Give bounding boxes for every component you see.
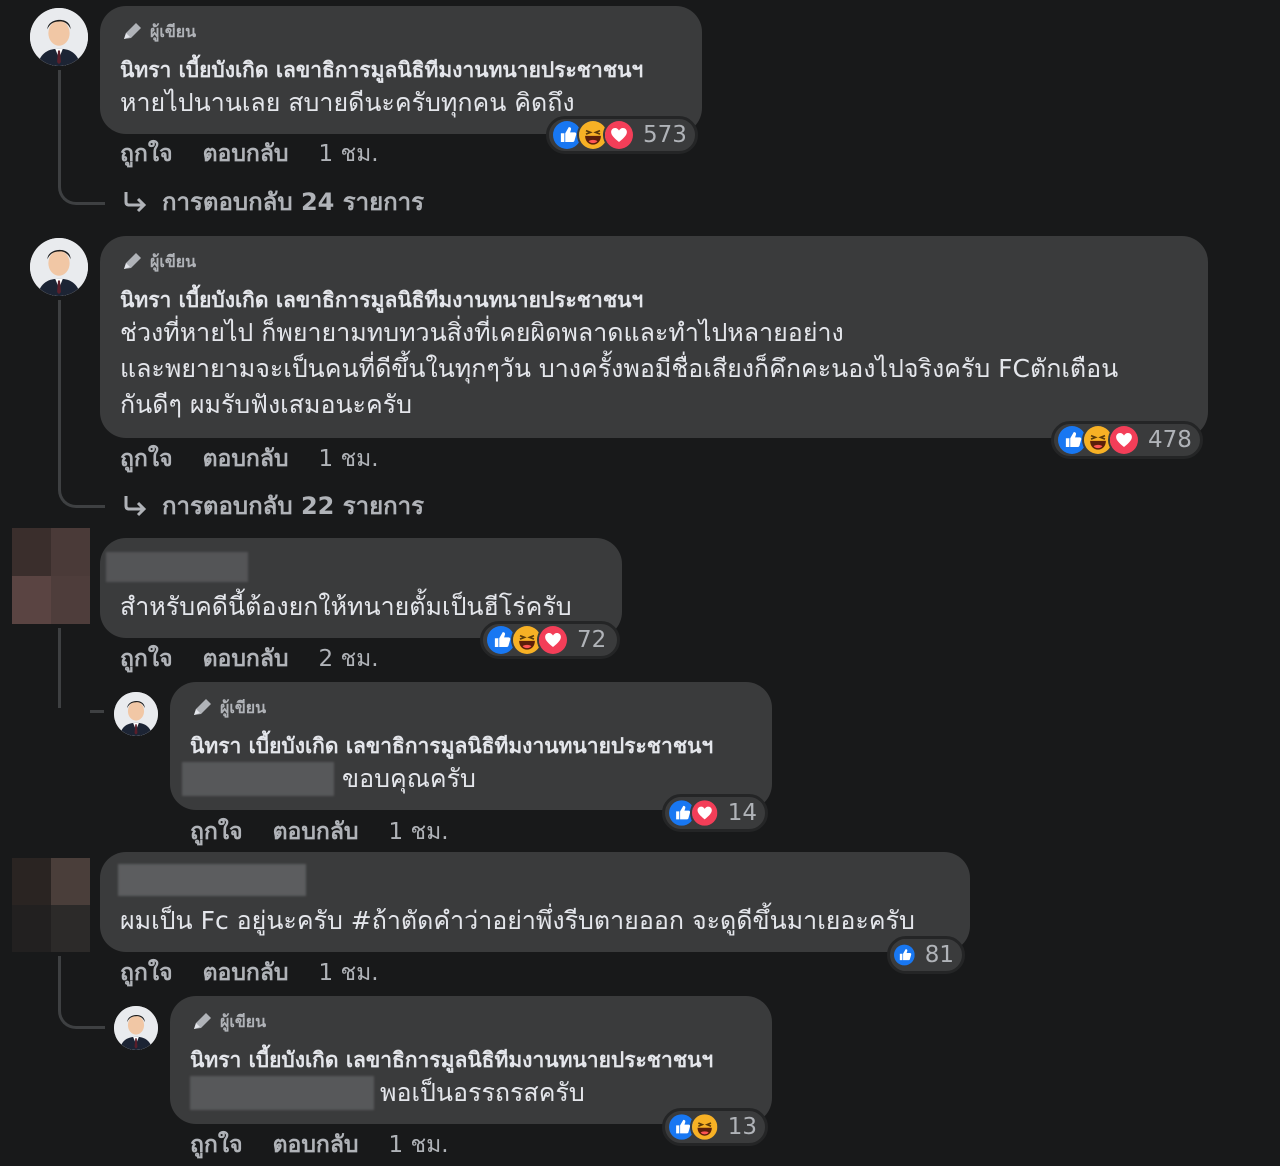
- comment-actions: ถูกใจ ตอบกลับ 2 ชม.: [120, 641, 379, 677]
- thread-line: [58, 70, 105, 205]
- reply-button[interactable]: ตอบกลับ: [273, 814, 359, 850]
- comment-text: พอเป็นอรรถรสครับ: [380, 1078, 585, 1107]
- reaction-count: 72: [577, 627, 607, 653]
- reaction-count: 573: [643, 122, 687, 148]
- reaction-count: 13: [727, 1114, 757, 1140]
- commenter-name[interactable]: นิทรา เบี้ยบังเกิด เลขาธิการมูลนิธิทีมงา…: [190, 730, 713, 763]
- comment-actions: ถูกใจ ตอบกลับ 1 ชม.: [120, 136, 379, 172]
- thread-line: [58, 300, 105, 508]
- author-badge: ผู้เขียน: [192, 1010, 266, 1035]
- timestamp[interactable]: 2 ชม.: [319, 641, 379, 677]
- comment-text: หายไปนานเลย สบายดีนะครับทุกคน คิดถึง: [120, 88, 575, 117]
- timestamp[interactable]: 1 ชม.: [319, 136, 379, 172]
- author-avatar[interactable]: [114, 692, 158, 736]
- comment-bubble: ผู้เขียน นิทรา เบี้ยบังเกิด เลขาธิการมูล…: [100, 6, 702, 134]
- author-badge: ผู้เขียน: [122, 250, 196, 275]
- blurred-avatar[interactable]: [12, 858, 90, 952]
- comment-actions: ถูกใจ ตอบกลับ 1 ชม.: [190, 1127, 449, 1163]
- comment-text: ผมเป็น Fc อยู่นะครับ #ถ้าตัดคำว่าอย่าพึ่…: [120, 906, 915, 935]
- reply-button[interactable]: ตอบกลับ: [203, 136, 289, 172]
- reaction-summary[interactable]: 72: [480, 621, 620, 659]
- love-reaction-icon: [1108, 424, 1140, 456]
- view-replies-link[interactable]: การตอบกลับ 24 รายการ: [122, 182, 424, 221]
- pencil-icon: [192, 697, 214, 721]
- commenter-name[interactable]: นิทรา เบี้ยบังเกิด เลขาธิการมูลนิธิทีมงา…: [120, 284, 643, 317]
- like-button[interactable]: ถูกใจ: [120, 641, 173, 677]
- comment-text-line: และพยายามจะเป็นคนที่ดีขึ้นในทุกๆวัน บางค…: [120, 354, 1119, 383]
- author-avatar[interactable]: [30, 8, 88, 66]
- like-button[interactable]: ถูกใจ: [120, 136, 173, 172]
- author-badge: ผู้เขียน: [192, 696, 266, 721]
- love-reaction-icon: [603, 119, 635, 151]
- reaction-summary[interactable]: 478: [1051, 421, 1203, 459]
- haha-reaction-icon: [690, 1111, 720, 1143]
- view-replies-link[interactable]: การตอบกลับ 22 รายการ: [122, 486, 424, 525]
- thread-line: [58, 628, 61, 708]
- blurred-name[interactable]: [106, 552, 248, 582]
- blurred-mention[interactable]: [190, 1076, 374, 1110]
- author-badge: ผู้เขียน: [122, 20, 196, 45]
- commenter-name[interactable]: นิทรา เบี้ยบังเกิด เลขาธิการมูลนิธิทีมงา…: [120, 54, 643, 87]
- blurred-mention[interactable]: [182, 762, 334, 796]
- timestamp[interactable]: 1 ชม.: [319, 955, 379, 991]
- comment-actions: ถูกใจ ตอบกลับ 1 ชม.: [190, 814, 449, 850]
- reaction-summary[interactable]: 13: [662, 1108, 768, 1146]
- author-avatar[interactable]: [114, 1006, 158, 1050]
- comment-bubble: ผู้เขียน นิทรา เบี้ยบังเกิด เลขาธิการมูล…: [100, 236, 1208, 438]
- like-button[interactable]: ถูกใจ: [120, 441, 173, 477]
- reply-bubble: ผู้เขียน นิทรา เบี้ยบังเกิด เลขาธิการมูล…: [170, 682, 772, 810]
- reply-bubble: ผู้เขียน นิทรา เบี้ยบังเกิด เลขาธิการมูล…: [170, 996, 772, 1124]
- reply-button[interactable]: ตอบกลับ: [203, 955, 289, 991]
- thread-line: [58, 956, 105, 1029]
- comment-text-line: ช่วงที่หายไป ก็พยายามทบทวนสิ่งที่เคยผิดพ…: [120, 318, 844, 347]
- commenter-name[interactable]: นิทรา เบี้ยบังเกิด เลขาธิการมูลนิธิทีมงา…: [190, 1044, 713, 1077]
- reaction-count: 14: [727, 800, 757, 826]
- comment-bubble: ผมเป็น Fc อยู่นะครับ #ถ้าตัดคำว่าอย่าพึ่…: [100, 852, 970, 952]
- comment-text: สำหรับคดีนี้ต้องยกให้ทนายตั้มเป็นฮีโร่คร…: [120, 592, 572, 621]
- reply-button[interactable]: ตอบกลับ: [203, 441, 289, 477]
- pencil-icon: [192, 1011, 214, 1035]
- reaction-summary[interactable]: 81: [887, 936, 965, 974]
- like-button[interactable]: ถูกใจ: [120, 955, 173, 991]
- like-button[interactable]: ถูกใจ: [190, 814, 243, 850]
- comment-text: ขอบคุณครับ: [342, 764, 476, 793]
- reply-arrow-icon: [122, 190, 148, 214]
- love-reaction-icon: [537, 624, 569, 656]
- blurred-avatar[interactable]: [12, 528, 90, 624]
- reaction-summary[interactable]: 573: [546, 116, 698, 154]
- author-avatar[interactable]: [30, 238, 88, 296]
- timestamp[interactable]: 1 ชม.: [389, 814, 449, 850]
- comment-text-line: กันดีๆ ผมรับฟังเสมอนะครับ: [120, 390, 413, 419]
- comment-actions: ถูกใจ ตอบกลับ 1 ชม.: [120, 955, 379, 991]
- reaction-count: 81: [924, 942, 954, 968]
- reaction-count: 478: [1148, 427, 1192, 453]
- reply-button[interactable]: ตอบกลับ: [273, 1127, 359, 1163]
- like-button[interactable]: ถูกใจ: [190, 1127, 243, 1163]
- pencil-icon: [122, 21, 144, 45]
- reply-button[interactable]: ตอบกลับ: [203, 641, 289, 677]
- blurred-name[interactable]: [118, 864, 306, 896]
- love-reaction-icon: [690, 797, 720, 829]
- timestamp[interactable]: 1 ชม.: [319, 441, 379, 477]
- reply-connector: [90, 710, 104, 713]
- timestamp[interactable]: 1 ชม.: [389, 1127, 449, 1163]
- like-reaction-icon: [892, 939, 917, 971]
- reply-arrow-icon: [122, 494, 148, 518]
- comment-actions: ถูกใจ ตอบกลับ 1 ชม.: [120, 441, 379, 477]
- pencil-icon: [122, 251, 144, 275]
- reaction-summary[interactable]: 14: [662, 794, 768, 832]
